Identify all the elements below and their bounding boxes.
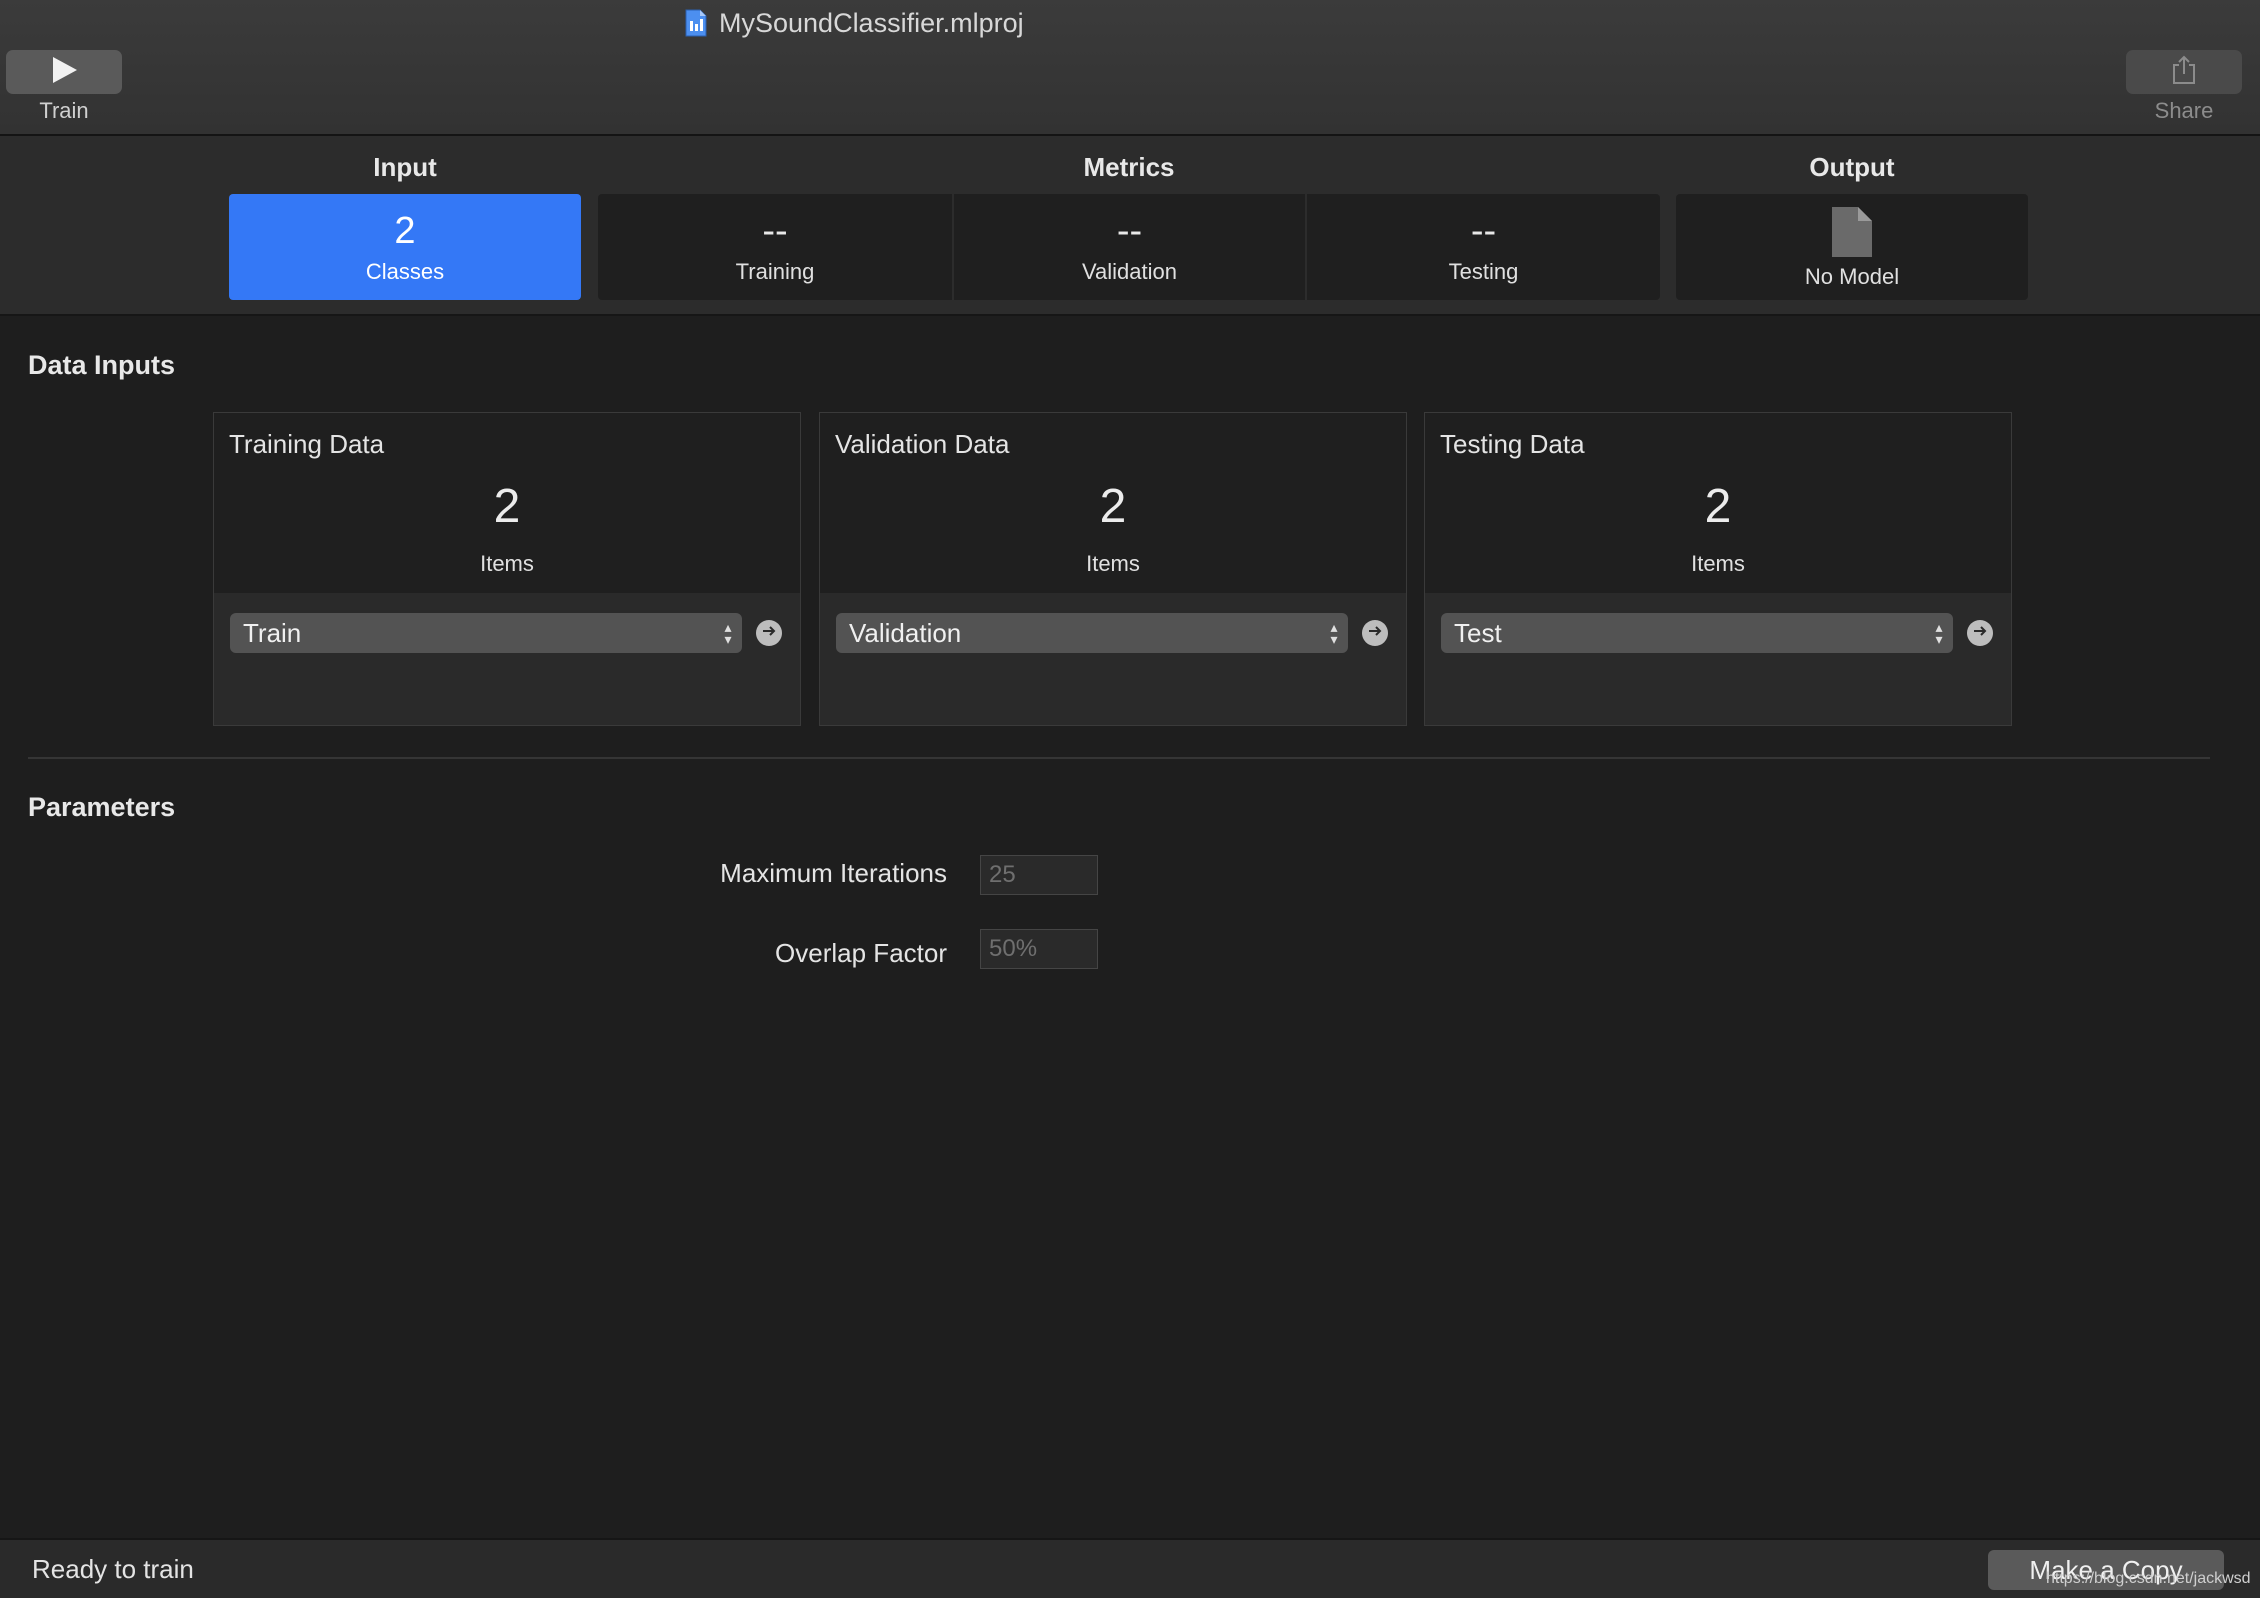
tab-training[interactable]: -- Training <box>598 194 952 300</box>
testing-data-card: Testing Data 2 Items Test ▴ ▾ <box>1424 412 2012 726</box>
classes-count: 2 <box>394 210 416 252</box>
testing-metric-value: -- <box>1470 210 1497 252</box>
tab-output[interactable]: No Model <box>1676 194 2028 300</box>
share-button[interactable] <box>2126 50 2242 94</box>
document-icon <box>1830 205 1874 264</box>
card-item-count: 2 <box>1704 480 1732 533</box>
card-item-count: 2 <box>1099 480 1127 533</box>
popup-value: Train <box>243 617 302 648</box>
window-toolbar: MySoundClassifier.mlproj Train Share <box>0 0 2260 136</box>
testing-metric-label: Testing <box>1448 259 1519 284</box>
ml-project-file-icon <box>685 9 707 37</box>
training-metric-label: Training <box>735 259 815 284</box>
tab-validation[interactable]: -- Validation <box>954 194 1305 300</box>
status-bar: Ready to train Make a Copy https://blog.… <box>0 1538 2260 1598</box>
training-metric-value: -- <box>762 210 788 252</box>
card-item-unit: Items <box>480 551 534 576</box>
parameters-heading: Parameters <box>28 792 176 822</box>
max-iterations-label: Maximum Iterations <box>720 858 947 888</box>
validation-data-card: Validation Data 2 Items Validation ▴ ▾ <box>819 412 1407 726</box>
section-divider <box>28 757 2210 759</box>
chevron-up-down-icon: ▴ ▾ <box>724 619 732 647</box>
share-icon <box>2171 55 2197 90</box>
validation-data-source-popup[interactable]: Validation ▴ ▾ <box>836 613 1348 653</box>
train-button[interactable] <box>6 50 122 94</box>
window-title: MySoundClassifier.mlproj <box>685 6 1024 40</box>
reveal-training-data-button[interactable] <box>756 620 782 646</box>
popup-value: Validation <box>849 617 962 648</box>
output-model-label: No Model <box>1804 263 1900 289</box>
status-text: Ready to train <box>32 1554 194 1584</box>
input-group-header: Input <box>373 152 437 182</box>
arrow-right-circle-icon <box>1972 623 1988 644</box>
classes-label: Classes <box>365 259 445 284</box>
card-item-count: 2 <box>493 480 521 533</box>
output-group-header: Output <box>1809 152 1895 182</box>
card-title: Training Data <box>229 429 385 459</box>
metrics-group-header: Metrics <box>1083 152 1175 182</box>
chevron-up-down-icon: ▴ ▾ <box>1330 619 1338 647</box>
max-iterations-field[interactable]: 25 <box>980 855 1098 895</box>
window-title-text: MySoundClassifier.mlproj <box>719 7 1024 38</box>
data-inputs-heading: Data Inputs <box>28 350 176 380</box>
overlap-factor-field[interactable]: 50% <box>980 929 1098 969</box>
project-tab-strip: Input Metrics Output 2 Classes -- Traini… <box>0 136 2260 316</box>
testing-data-source-popup[interactable]: Test ▴ ▾ <box>1441 613 1953 653</box>
play-icon <box>49 55 79 90</box>
training-data-card: Training Data 2 Items Train ▴ ▾ <box>213 412 801 726</box>
chevron-up-down-icon: ▴ ▾ <box>1935 619 1943 647</box>
share-button-label: Share <box>2154 98 2214 123</box>
card-item-unit: Items <box>1086 551 1140 576</box>
reveal-validation-data-button[interactable] <box>1362 620 1388 646</box>
tab-classes[interactable]: 2 Classes <box>229 194 581 300</box>
popup-value: Test <box>1454 617 1502 648</box>
card-title: Validation Data <box>835 429 1010 459</box>
card-item-unit: Items <box>1691 551 1745 576</box>
overlap-factor-label: Overlap Factor <box>775 938 947 968</box>
reveal-testing-data-button[interactable] <box>1967 620 1993 646</box>
arrow-right-circle-icon <box>761 623 777 644</box>
watermark-text: https://blog.csdn.net/jackwsd <box>2046 1570 2251 1587</box>
training-data-source-popup[interactable]: Train ▴ ▾ <box>230 613 742 653</box>
tab-testing[interactable]: -- Testing <box>1307 194 1660 300</box>
validation-metric-label: Validation <box>1082 259 1177 284</box>
arrow-right-circle-icon <box>1367 623 1383 644</box>
validation-metric-value: -- <box>1116 210 1143 252</box>
card-title: Testing Data <box>1440 429 1585 459</box>
train-button-label: Train <box>39 98 89 123</box>
